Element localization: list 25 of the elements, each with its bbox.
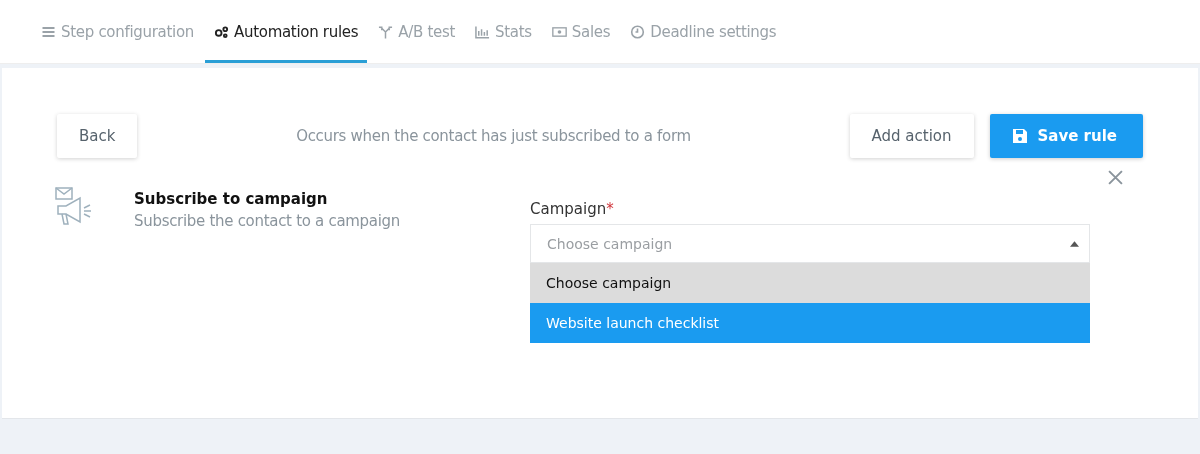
clock-icon bbox=[630, 24, 646, 39]
gears-icon bbox=[214, 24, 230, 39]
back-button[interactable]: Back bbox=[57, 114, 138, 158]
menu-icon bbox=[41, 24, 56, 39]
save-icon bbox=[1011, 128, 1028, 144]
banknote-icon bbox=[551, 24, 567, 39]
add-action-button[interactable]: Add action bbox=[849, 114, 974, 158]
bar-chart-icon bbox=[475, 24, 491, 39]
tab[interactable]: Step configuration bbox=[32, 3, 204, 63]
dropdown-option[interactable]: Website launch checklist bbox=[530, 303, 1090, 343]
field-label: Campaign* bbox=[530, 200, 615, 218]
caret-icon bbox=[1070, 240, 1079, 247]
tab[interactable]: Deadline settings bbox=[621, 3, 786, 63]
close-icon[interactable] bbox=[1108, 170, 1123, 185]
trigger-description: Occurs when the contact has just subscribed to a form bbox=[295, 127, 692, 145]
tab[interactable]: Stats bbox=[466, 3, 541, 63]
action-title: Subscribe to campaign bbox=[134, 190, 329, 208]
campaign-select[interactable]: Choose campaign bbox=[530, 224, 1090, 263]
tab[interactable]: Sales bbox=[542, 3, 620, 63]
split-icon bbox=[378, 24, 394, 39]
action-description: Subscribe the contact to a campaign bbox=[134, 212, 401, 230]
save-rule-button[interactable]: Save rule bbox=[989, 114, 1143, 158]
dropdown-option[interactable]: Choose campaign bbox=[530, 263, 1090, 303]
tab[interactable]: A/B test bbox=[369, 3, 465, 63]
tab[interactable]: Automation rules bbox=[205, 3, 368, 63]
